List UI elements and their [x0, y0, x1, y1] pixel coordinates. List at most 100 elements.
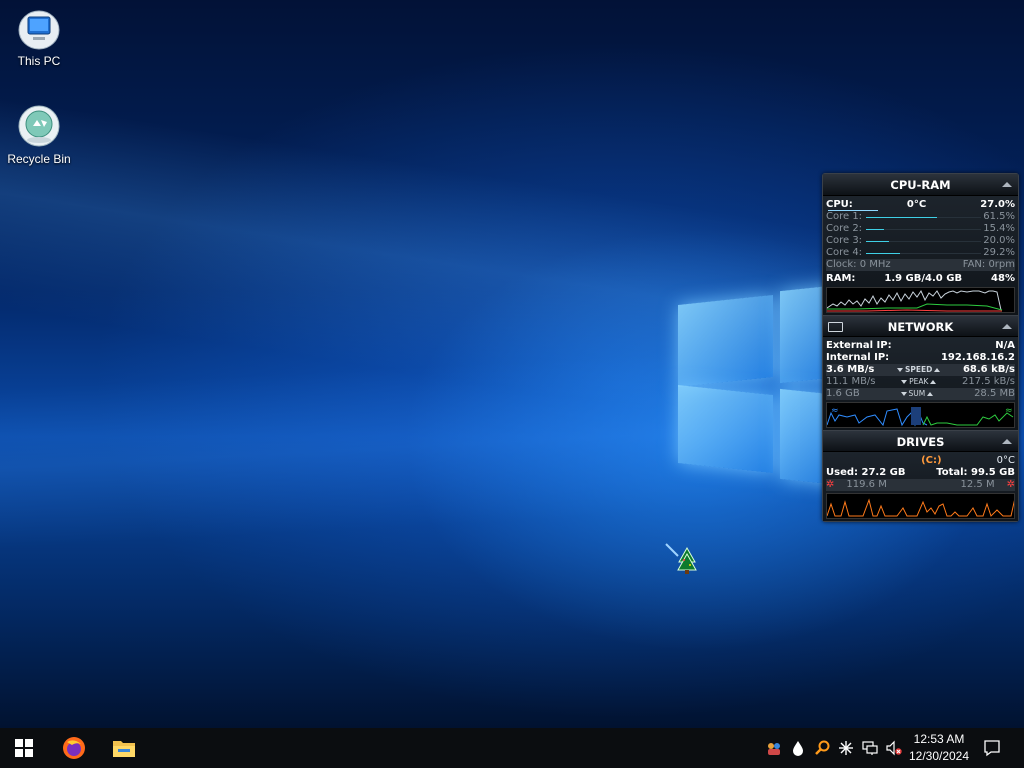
core-usage-bar: [866, 217, 981, 218]
drive-io-row: ✲ 119.6 M 12.5 M ✲: [826, 479, 1015, 491]
core-usage-bar: [866, 253, 981, 254]
core-label: Core 2:: [826, 223, 863, 234]
drive-total: Total: 99.5 GB: [936, 467, 1015, 478]
cpu-percent: 27.0%: [980, 199, 1015, 210]
ram-percent: 48%: [991, 273, 1015, 284]
drives-panel: (C:) 0°C Used: 27.2 GB Total: 99.5 GB ✲ …: [823, 452, 1018, 521]
drive-used: Used: 27.2 GB: [826, 467, 906, 478]
monitor-icon: [828, 322, 843, 332]
this-pc-label: This PC: [17, 54, 61, 68]
network-header[interactable]: NETWORK: [823, 315, 1018, 337]
this-pc-desktop-icon[interactable]: This PC: [1, 6, 77, 68]
external-ip-value: N/A: [995, 340, 1015, 351]
speed-tag: SPEED: [896, 364, 941, 376]
system-monitor-gadget: CPU-RAM CPU: 0°C 27.0% Core 1: 61.5% Core …: [822, 173, 1019, 522]
drop-tray-icon[interactable]: [790, 740, 806, 756]
drive-temp: 0°C: [996, 455, 1015, 466]
speed-row: 3.6 MB/s SPEED 68.6 kB/s: [826, 364, 1015, 376]
svg-text:≈: ≈: [831, 406, 839, 416]
ram-used: 1.9 GB/4.0 GB: [884, 273, 963, 284]
file-explorer-taskbar-button[interactable]: [100, 728, 148, 768]
core-value: 29.2%: [983, 247, 1015, 258]
upload-speed: 68.6 kB/s: [962, 364, 1015, 375]
core-row: Core 4: 29.2%: [826, 247, 1015, 259]
core-value: 20.0%: [983, 235, 1015, 246]
core-label: Core 1:: [826, 211, 863, 222]
folder-icon: [113, 741, 135, 757]
ram-label: RAM:: [826, 273, 856, 284]
drive-write: 12.5 M: [960, 479, 995, 490]
clock-date: 12/30/2024: [908, 749, 970, 763]
peak-tag: PEAK: [901, 376, 937, 388]
internal-ip-label: Internal IP:: [826, 352, 890, 363]
drive-read: 119.6 M: [846, 479, 887, 490]
windows-logo-wallpaper: [670, 280, 840, 490]
action-center-button[interactable]: [970, 728, 1014, 768]
drive-header-row: (C:) 0°C: [826, 455, 1015, 467]
recycle-bin-desktop-icon[interactable]: Recycle Bin: [1, 104, 77, 166]
core-label: Core 4:: [826, 247, 863, 258]
cpu-row: CPU: 0°C 27.0%: [826, 199, 1015, 211]
cpu-ram-history-graph: [826, 287, 1015, 313]
firefox-icon: [63, 737, 85, 759]
collapse-caret-icon[interactable]: [1002, 182, 1012, 187]
drive-letter: (C:): [921, 455, 942, 466]
peak-row: 11.1 MB/s PEAK 217.5 kB/s: [826, 376, 1015, 388]
drive-usage-row: Used: 27.2 GB Total: 99.5 GB: [826, 467, 1015, 479]
taskbar-clock[interactable]: 12:53 AM 12/30/2024: [904, 731, 974, 765]
external-ip-row: External IP: N/A: [826, 340, 1015, 352]
clock-fan-row: Clock: 0 MHz FAN: 0rpm: [826, 259, 1015, 271]
search-tray-icon[interactable]: [814, 740, 830, 756]
drives-title: DRIVES: [896, 435, 945, 449]
taskbar: 12:53 AM 12/30/2024: [0, 728, 1024, 768]
core-usage-bar: [866, 241, 981, 242]
recycle-bin-icon: [17, 104, 61, 148]
notification-icon: [984, 740, 1000, 757]
cpu-ram-title: CPU-RAM: [890, 178, 951, 192]
upload-peak: 217.5 kB/s: [961, 376, 1015, 387]
collapse-caret-icon[interactable]: [1002, 324, 1012, 329]
svg-text:≈: ≈: [1005, 406, 1013, 416]
core-label: Core 3:: [826, 235, 863, 246]
start-button[interactable]: [0, 728, 48, 768]
ram-row: RAM: 1.9 GB/4.0 GB 48%: [826, 273, 1015, 285]
clock-time: 12:53 AM: [913, 732, 965, 746]
people-tray-icon[interactable]: [766, 740, 782, 756]
core-row: Core 3: 20.0%: [826, 235, 1015, 247]
read-icon: ✲: [826, 479, 835, 490]
firefox-taskbar-button[interactable]: [50, 728, 98, 768]
collapse-caret-icon[interactable]: [1002, 439, 1012, 444]
volume-muted-tray-icon[interactable]: [886, 740, 902, 756]
fan-speed: FAN: 0rpm: [962, 259, 1015, 270]
core-value: 15.4%: [983, 223, 1015, 234]
drives-header[interactable]: DRIVES: [823, 430, 1018, 452]
core-row: Core 1: 61.5%: [826, 211, 1015, 223]
recycle-bin-label: Recycle Bin: [7, 152, 71, 166]
snowflake-tray-icon[interactable]: [838, 740, 854, 756]
network-history-graph: ≈ ≈: [826, 402, 1015, 428]
sum-row: 1.6 GB SUM 28.5 MB: [826, 388, 1015, 400]
network-panel: External IP: N/A Internal IP: 192.168.16…: [823, 337, 1018, 430]
network-title: NETWORK: [887, 320, 954, 334]
download-sum: 1.6 GB: [826, 388, 860, 399]
core-row: Core 2: 15.4%: [826, 223, 1015, 235]
download-speed: 3.6 MB/s: [826, 364, 875, 375]
computer-icon: [17, 6, 61, 50]
christmas-tree-cursor-icon: [664, 542, 698, 576]
cpu-ram-panel: CPU: 0°C 27.0% Core 1: 61.5% Core 2: 15.4% C…: [823, 196, 1018, 315]
internal-ip-value: 192.168.16.2: [940, 352, 1015, 363]
write-icon: ✲: [1006, 479, 1015, 490]
core-usage-bar: [866, 229, 981, 230]
cpu-temp: 0°C: [906, 199, 927, 210]
internal-ip-row: Internal IP: 192.168.16.2: [826, 352, 1015, 364]
cpu-clock: Clock: 0 MHz: [826, 259, 891, 270]
cpu-ram-header[interactable]: CPU-RAM: [823, 174, 1018, 196]
drive-activity-graph: [826, 493, 1015, 519]
sum-tag: SUM: [900, 388, 934, 400]
download-peak: 11.1 MB/s: [826, 376, 876, 387]
network-tray-icon[interactable]: [862, 740, 878, 756]
external-ip-label: External IP:: [826, 340, 892, 351]
windows-start-icon: [15, 739, 33, 757]
upload-sum: 28.5 MB: [974, 388, 1015, 399]
core-value: 61.5%: [983, 211, 1015, 222]
